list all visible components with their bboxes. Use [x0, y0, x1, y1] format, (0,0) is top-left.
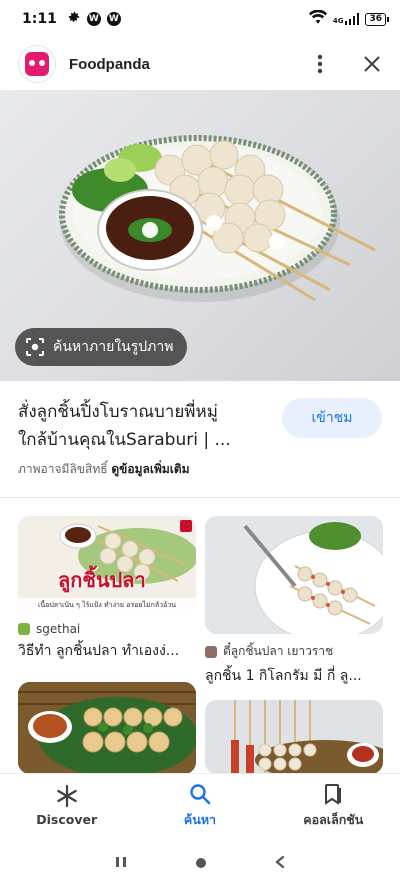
copyright-notice: ภาพอาจมีลิขสิทธิ์ ดูข้อมูลเพิ่มเติม — [18, 460, 190, 479]
source-name: ตี๋ลูกชิ้นปลา เยาวราช — [223, 644, 334, 658]
nav-search-label: ค้นหา — [183, 811, 217, 827]
asterisk-icon — [56, 784, 77, 808]
notification-w-icon: W — [106, 12, 121, 26]
related-card[interactable] — [18, 682, 196, 774]
close-icon — [364, 56, 380, 72]
system-navigation-bar — [0, 837, 400, 889]
back-button[interactable] — [274, 854, 286, 873]
shop-favicon — [205, 645, 217, 658]
bookmark-icon — [325, 783, 342, 805]
related-thumbnail — [18, 682, 196, 774]
more-options-button[interactable] — [308, 52, 332, 76]
lens-chip-label: ค้นหาภายในรูปภาพ — [53, 339, 174, 355]
notification-w-icon: W — [86, 12, 101, 26]
visit-button[interactable]: เข้าชม — [282, 398, 382, 438]
related-card[interactable] — [205, 700, 383, 774]
related-source: sgethai — [18, 622, 196, 636]
clock: 1:11 — [22, 11, 57, 27]
related-caption: ลูกชิ้น 1 กิโลกรัม มี กี่ ลู... — [205, 668, 362, 684]
app-bar: Foodpanda — [0, 38, 400, 90]
lens-icon — [26, 338, 44, 356]
thumbnail-subtitle: เนื้อปลาเน้น ๆ ไร้แป้ง ทำง่าย อร่อยไม่กล… — [37, 601, 177, 609]
nav-collections-label: คอลเล็กชัน — [303, 811, 364, 827]
copyright-text: ภาพอาจมีลิขสิทธิ์ — [18, 462, 108, 476]
nav-collections[interactable]: คอลเล็กชัน — [267, 774, 400, 837]
related-thumbnail: ลูกชิ้นปลา เนื้อปลาเน้น ๆ ไร้แป้ง ทำง่าย… — [18, 516, 196, 614]
app-title: Foodpanda — [69, 55, 150, 73]
related-thumbnail — [205, 700, 383, 774]
divider — [0, 497, 400, 498]
settings-icon — [67, 10, 81, 28]
play-badge — [180, 520, 192, 532]
related-source: ตี๋ลูกชิ้นปลา เยาวราช — [205, 642, 383, 661]
close-button[interactable] — [360, 52, 384, 76]
related-thumbnail — [205, 516, 383, 634]
battery-icon: 36 — [365, 12, 389, 26]
result-title-line1: สั่งลูกชิ้นปิ้งโบราณบายพี่หมู่ — [18, 402, 218, 422]
result-title-line2: ใกล้บ้านคุณในSaraburi | ... — [18, 430, 231, 450]
signal-icon: 4G — [333, 13, 360, 25]
more-vert-icon — [317, 54, 323, 74]
sgethai-favicon — [18, 623, 30, 635]
search-inside-image-button[interactable]: ค้นหาภายในรูปภาพ — [15, 328, 188, 366]
wifi-icon — [308, 9, 327, 28]
recents-icon — [115, 856, 126, 867]
recent-apps-button[interactable] — [114, 854, 128, 873]
more-info-link[interactable]: ดูข้อมูลเพิ่มเติม — [111, 462, 189, 476]
foodpanda-logo — [18, 45, 56, 83]
related-caption: วิธีทำ ลูกชิ้นปลา ทำเองง่... — [18, 643, 180, 659]
nav-discover-label: Discover — [36, 812, 98, 827]
related-card[interactable]: ลูกชิ้นปลา เนื้อปลาเน้น ๆ ไร้แป้ง ทำง่าย… — [18, 516, 196, 662]
thumbnail-title: ลูกชิ้นปลา — [58, 568, 146, 592]
nav-discover[interactable]: Discover — [0, 774, 133, 837]
result-title[interactable]: สั่งลูกชิ้นปิ้งโบราณบายพี่หมู่ ใกล้บ้านค… — [18, 398, 258, 454]
network-label: 4G — [332, 17, 344, 25]
nav-search[interactable]: ค้นหา — [133, 774, 266, 837]
home-icon — [195, 857, 206, 868]
status-bar: 1:11 W W 4G 36 — [0, 0, 400, 38]
search-icon — [190, 783, 211, 804]
source-name: sgethai — [36, 622, 81, 636]
bottom-navigation: Discover ค้นหา คอลเล็กชัน — [0, 773, 400, 837]
back-icon — [275, 855, 285, 868]
related-card[interactable]: ตี๋ลูกชิ้นปลา เยาวราช ลูกชิ้น 1 กิโลกรัม… — [205, 516, 383, 687]
home-button[interactable] — [195, 854, 207, 873]
panda-icon — [25, 52, 49, 76]
